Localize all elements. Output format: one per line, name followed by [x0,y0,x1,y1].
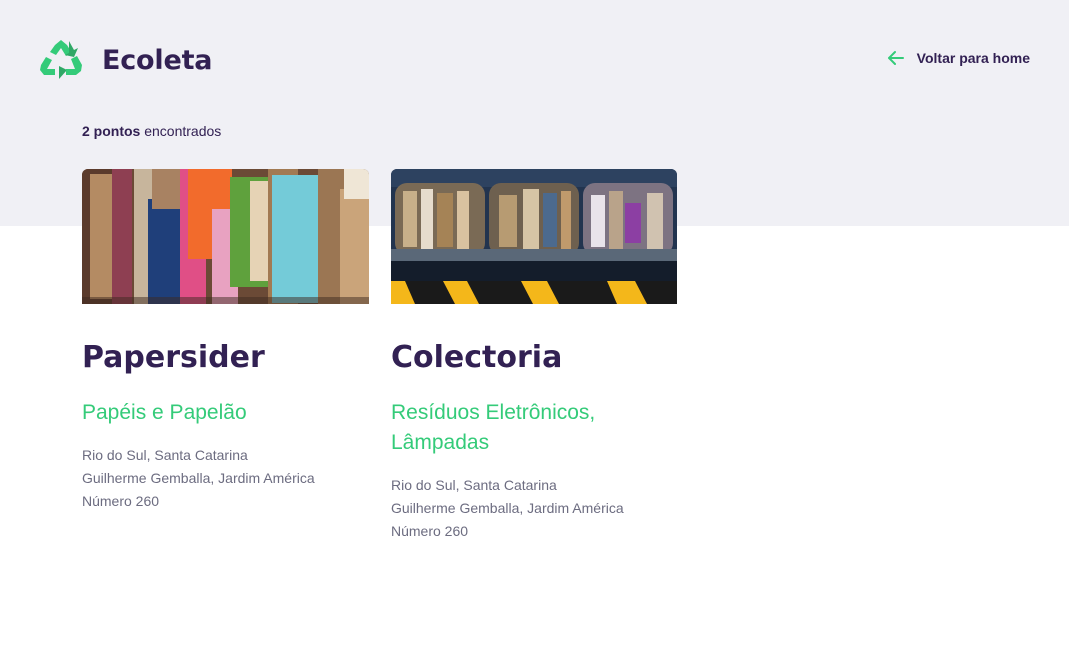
point-city-state: Rio do Sul, Santa Catarina [391,477,557,493]
recycle-icon [40,40,82,79]
point-card[interactable]: Papersider Papéis e Papelão Rio do Sul, … [82,169,369,543]
results-count: 2 pontos encontrados [82,123,221,139]
results-count-number: 2 pontos [82,123,141,139]
points-list: Papersider Papéis e Papelão Rio do Sul, … [82,169,677,543]
point-address: Rio do Sul, Santa Catarina Guilherme Gem… [82,444,369,513]
back-to-home-link[interactable]: Voltar para home [886,48,1030,68]
point-city-state: Rio do Sul, Santa Catarina [82,447,248,463]
app-header: Ecoleta Voltar para home [38,36,1030,84]
point-address: Rio do Sul, Santa Catarina Guilherme Gem… [391,474,677,543]
point-name: Colectoria [391,340,563,375]
point-card[interactable]: Colectoria Resíduos Eletrônicos, Lâmpada… [391,169,677,543]
back-link-label: Voltar para home [916,50,1030,66]
point-image [391,169,677,304]
brand[interactable]: Ecoleta [38,36,212,84]
point-items: Resíduos Eletrônicos, Lâmpadas [391,401,596,454]
results-count-text: encontrados [140,123,222,139]
point-image [82,169,369,304]
app-name: Ecoleta [102,44,213,76]
point-number: Número 260 [82,493,160,509]
arrow-left-icon [887,51,904,65]
point-number: Número 260 [391,523,469,539]
point-street: Guilherme Gemballa, Jardim América [391,500,624,516]
point-name: Papersider [82,340,265,375]
point-street: Guilherme Gemballa, Jardim América [82,470,315,486]
point-items: Papéis e Papelão [82,401,247,424]
